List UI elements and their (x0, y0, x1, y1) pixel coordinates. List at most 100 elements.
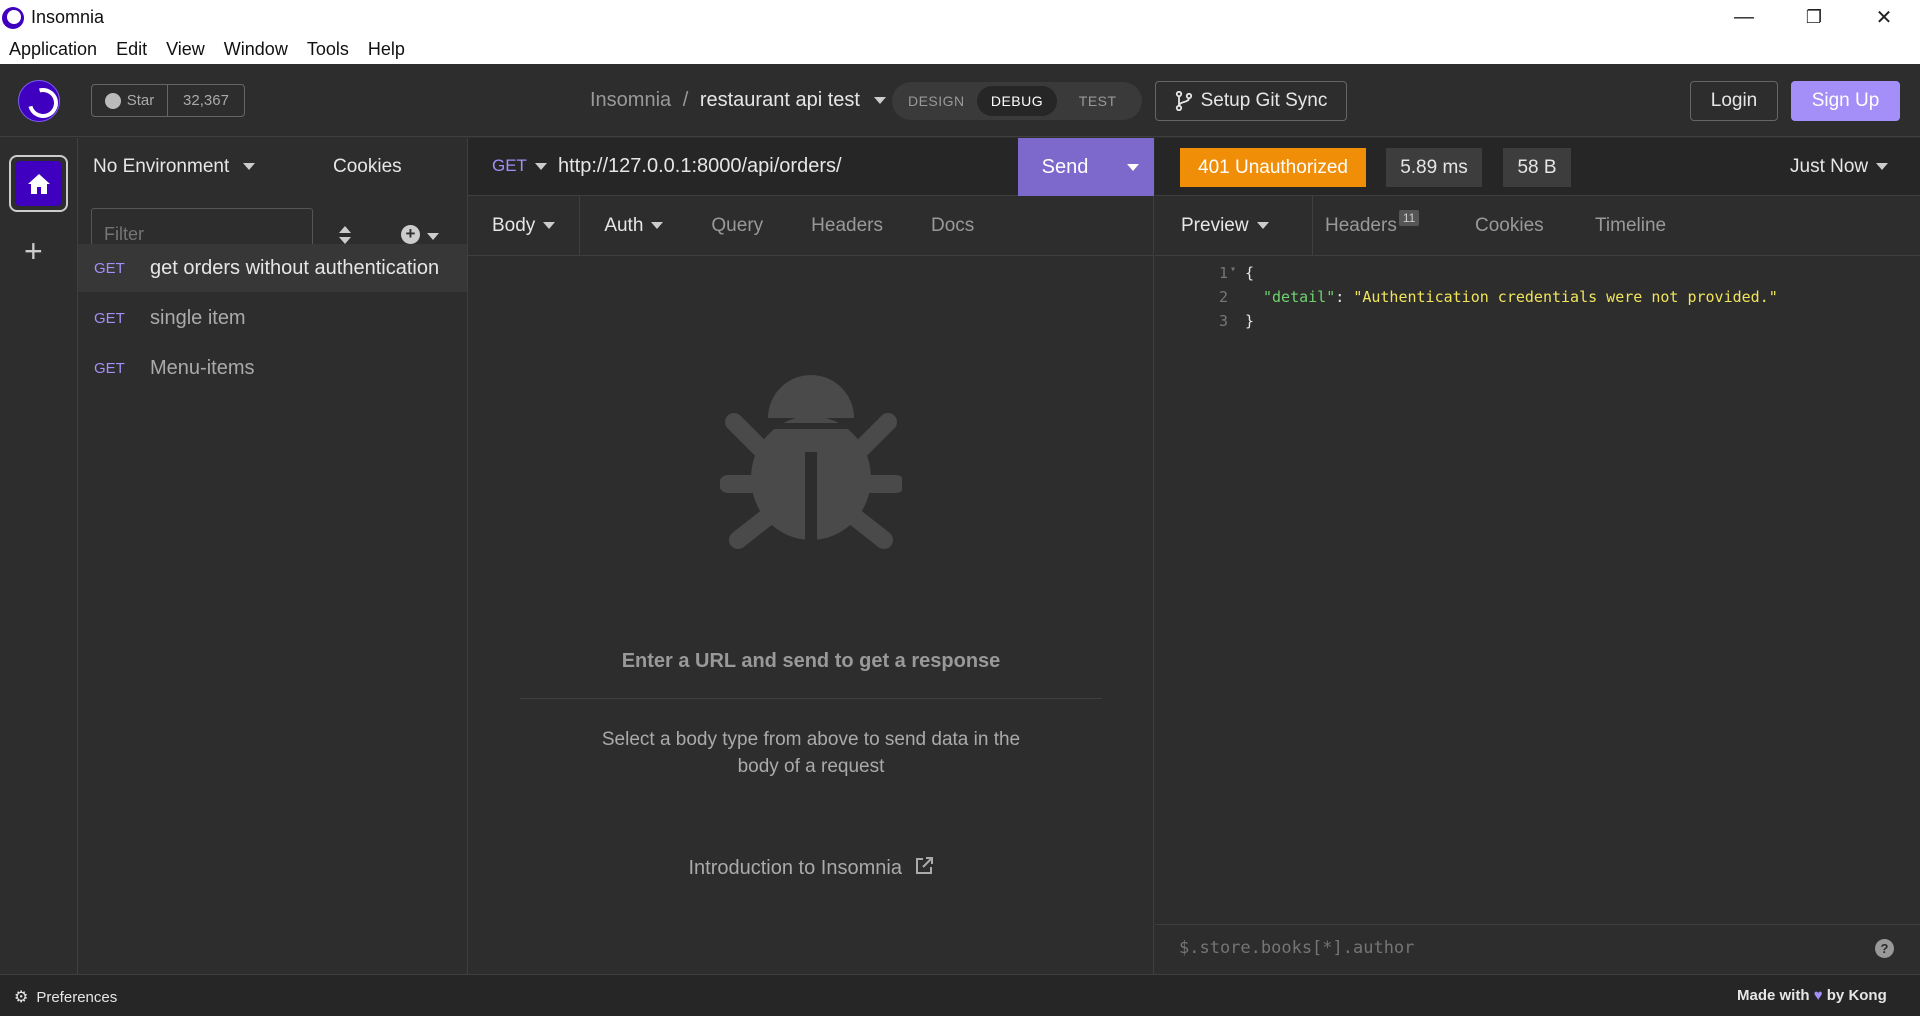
preferences-label: Preferences (36, 988, 118, 1006)
environment-selector[interactable]: No Environment (93, 156, 255, 178)
minimize-button[interactable]: — (1709, 0, 1779, 34)
tab-query[interactable]: Query (687, 196, 787, 256)
send-button[interactable]: Send (1018, 138, 1154, 196)
tab-response-headers[interactable]: Headers 11 (1325, 196, 1420, 256)
made-with-kong[interactable]: Made with ♥ by Kong (1737, 987, 1887, 1004)
json-colon: : (1335, 288, 1354, 306)
tab-auth[interactable]: Auth (580, 196, 687, 256)
json-value: "Authentication credentials were not pro… (1353, 288, 1778, 306)
fold-arrow-icon[interactable]: ▾ (1230, 264, 1236, 275)
request-name: Menu-items (150, 356, 255, 379)
tab-preview[interactable]: Preview (1181, 196, 1313, 256)
git-sync-label: Setup Git Sync (1200, 90, 1328, 111)
home-icon (27, 173, 50, 194)
url-bar: GET http://127.0.0.1:8000/api/orders/ Se… (468, 138, 1154, 196)
menu-help[interactable]: Help (368, 39, 405, 60)
tab-timeline[interactable]: Timeline (1595, 196, 1666, 256)
request-name: single item (150, 306, 246, 329)
response-history-label: Just Now (1790, 156, 1869, 177)
gear-icon: ⚙ (14, 989, 29, 1006)
request-item[interactable]: GET Menu-items (78, 344, 467, 392)
status-badge: 401 Unauthorized (1180, 148, 1366, 187)
code-line: { (1245, 264, 1255, 282)
url-input[interactable]: http://127.0.0.1:8000/api/orders/ (558, 155, 842, 178)
git-branch-icon (1175, 91, 1192, 111)
setup-git-sync-button[interactable]: Setup Git Sync (1155, 81, 1347, 121)
star-count: 32,367 (183, 92, 229, 109)
star-label: Star (126, 92, 155, 109)
breadcrumb-project[interactable]: restaurant api test (700, 89, 860, 111)
tab-response-cookies[interactable]: Cookies (1475, 196, 1544, 256)
tab-docs[interactable]: Docs (907, 196, 998, 256)
headers-count-badge: 11 (1398, 210, 1420, 226)
request-item[interactable]: GET get orders without authentication (78, 244, 467, 292)
mode-test[interactable]: TEST (1057, 86, 1138, 116)
sign-up-button[interactable]: Sign Up (1791, 81, 1900, 121)
title-bar: Insomnia — ❐ ✕ (0, 0, 1920, 34)
tab-body-label: Body (492, 214, 536, 236)
mode-design[interactable]: DESIGN (896, 86, 977, 116)
github-star-button[interactable]: Star (92, 85, 168, 116)
add-request-plus-icon[interactable]: + (401, 225, 420, 244)
menu-tools[interactable]: Tools (307, 39, 349, 60)
code-line: "detail": "Authentication credentials we… (1263, 288, 1778, 306)
breadcrumb: Insomnia / restaurant api test (590, 89, 886, 112)
close-button[interactable]: ✕ (1849, 0, 1919, 34)
line-number: 2 (1218, 288, 1228, 306)
menu-application[interactable]: Application (9, 39, 97, 60)
chevron-down-icon (1876, 163, 1889, 171)
chevron-down-icon (242, 163, 255, 171)
window-title: Insomnia (31, 7, 105, 27)
tab-body[interactable]: Body (468, 195, 581, 256)
method-selector[interactable]: GET (492, 156, 547, 176)
github-icon (104, 92, 121, 109)
sort-icon[interactable] (338, 224, 352, 246)
response-size: 58 B (1503, 148, 1571, 187)
menu-bar: Application Edit View Window Tools Help (0, 34, 1920, 64)
chevron-down-icon (1256, 222, 1269, 230)
tab-preview-label: Preview (1181, 215, 1249, 236)
status-footer: ⚙ Preferences Made with ♥ by Kong (0, 974, 1920, 1016)
restore-button[interactable]: ❐ (1779, 0, 1849, 34)
introduction-link[interactable]: Introduction to Insomnia (468, 856, 1154, 880)
menu-edit[interactable]: Edit (116, 39, 147, 60)
breadcrumb-root[interactable]: Insomnia (590, 89, 671, 111)
breadcrumb-separator: / (682, 89, 689, 111)
empty-state-subtitle: Select a body type from above to send da… (601, 729, 1021, 777)
login-button[interactable]: Login (1690, 81, 1778, 121)
help-icon[interactable]: ? (1875, 939, 1894, 958)
left-rail: + (0, 138, 78, 974)
cookies-button[interactable]: Cookies (333, 156, 402, 178)
send-options-dropdown[interactable] (1112, 138, 1154, 196)
request-method: GET (94, 259, 125, 277)
insomnia-logo-icon[interactable] (18, 80, 60, 122)
home-button[interactable] (9, 155, 68, 212)
jsonpath-filter-bar: ? (1155, 924, 1920, 974)
add-workspace-plus-icon[interactable]: + (24, 233, 43, 270)
mode-toggle: DESIGN DEBUG TEST (892, 82, 1142, 120)
chevron-down-icon[interactable] (427, 233, 439, 240)
response-time: 5.89 ms (1386, 148, 1482, 187)
chevron-down-icon[interactable] (873, 97, 886, 105)
response-tabs: Preview Headers 11 Cookies Timeline (1155, 196, 1920, 256)
menu-view[interactable]: View (166, 39, 205, 60)
bug-icon (720, 375, 902, 549)
response-pane: 401 Unauthorized 5.89 ms 58 B Just Now P… (1155, 138, 1920, 974)
request-method: GET (94, 359, 125, 377)
tab-auth-label: Auth (604, 214, 644, 236)
jsonpath-filter-input[interactable] (1179, 938, 1859, 958)
chevron-down-icon (543, 221, 556, 229)
github-star-widget[interactable]: Star 32,367 (91, 84, 245, 117)
menu-window[interactable]: Window (224, 39, 288, 60)
chevron-down-icon (651, 221, 664, 229)
by-kong-label: by Kong (1826, 987, 1887, 1004)
mode-debug[interactable]: DEBUG (976, 86, 1058, 116)
request-item[interactable]: GET single item (78, 294, 467, 342)
preferences-button[interactable]: ⚙ Preferences (14, 987, 117, 1007)
tab-headers[interactable]: Headers (787, 196, 907, 256)
method-label: GET (492, 156, 527, 175)
code-line: } (1245, 312, 1255, 330)
insomnia-app-icon (2, 7, 24, 29)
response-history-dropdown[interactable]: Just Now (1790, 156, 1889, 178)
made-with-label: Made with (1737, 987, 1810, 1004)
